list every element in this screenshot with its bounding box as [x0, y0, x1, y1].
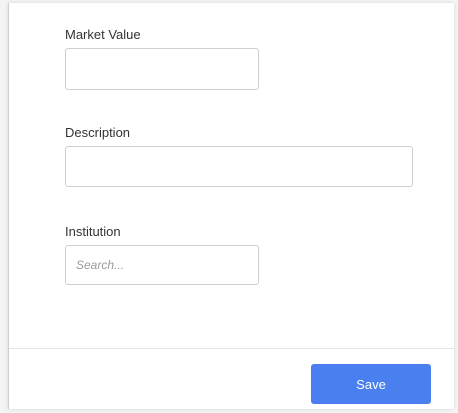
institution-search-input[interactable]	[65, 245, 259, 285]
footer-divider	[9, 348, 454, 349]
description-label: Description	[65, 125, 131, 140]
form-panel: Market Value Description Institution Sav…	[8, 3, 454, 409]
description-input[interactable]	[65, 146, 413, 187]
institution-label: Institution	[65, 224, 121, 239]
market-value-input[interactable]	[65, 48, 259, 90]
market-value-label: Market Value	[65, 27, 141, 42]
save-button[interactable]: Save	[311, 364, 431, 404]
